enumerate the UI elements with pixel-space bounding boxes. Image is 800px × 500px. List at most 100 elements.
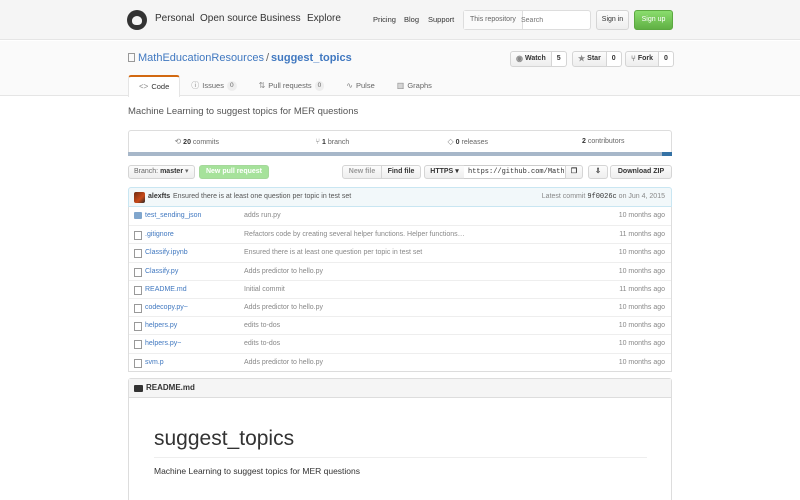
file-icon — [134, 285, 142, 295]
star-label: Star — [587, 55, 601, 62]
new-file-button[interactable]: New file — [342, 165, 382, 179]
language-bar[interactable] — [128, 152, 672, 156]
file-name[interactable]: svm.p — [145, 354, 164, 371]
file-name[interactable]: helpers.py~ — [145, 335, 181, 352]
file-list: test_sending_json adds run.py 10 months ag… — [128, 207, 672, 372]
clone-protocol-label: HTTPS — [430, 168, 454, 175]
releases-label: releases — [461, 139, 488, 146]
github-logo-icon[interactable] — [127, 10, 147, 30]
find-file-button[interactable]: Find file — [381, 165, 421, 179]
branches-label: branch — [327, 139, 350, 146]
file-name[interactable]: Classify.ipynb — [145, 244, 188, 261]
file-age: 10 months ago — [618, 249, 665, 257]
tab-graphs[interactable]: ▥ Graphs — [386, 75, 443, 96]
sign-in-button[interactable]: Sign in — [596, 10, 629, 30]
branch-select-button[interactable]: Branch: master ▾ — [128, 165, 195, 179]
file-name[interactable]: helpers.py — [145, 317, 177, 334]
nav-blog[interactable]: Blog — [404, 15, 419, 24]
fork-button[interactable]: ⑂ Fork — [625, 51, 659, 67]
language-bar-segment-secondary — [662, 152, 672, 156]
copy-clone-url-button[interactable]: ❐ — [565, 165, 583, 179]
file-commit-message[interactable]: edits to-dos — [244, 335, 280, 352]
contributors-label: contributors — [587, 138, 625, 145]
issues-count: 0 — [226, 81, 237, 91]
star-button[interactable]: ★ Star — [572, 51, 607, 67]
file-name[interactable]: Classify.py — [145, 263, 178, 280]
table-row: README.md Initial commit 11 months ago — [129, 279, 671, 298]
file-commit-message[interactable]: Adds predictor to hello.py — [244, 263, 323, 280]
pull-request-icon: ⇅ — [258, 81, 266, 90]
repo-description: Machine Learning to suggest topics for M… — [128, 106, 359, 117]
readme-header: README.md — [129, 379, 671, 398]
avatar[interactable] — [134, 192, 145, 203]
pull-requests-count: 0 — [314, 81, 325, 91]
clipboard-icon: ❐ — [570, 168, 578, 175]
table-row: svm.p Adds predictor to hello.py 10 months… — [129, 352, 671, 371]
star-group: ★ Star 0 — [572, 51, 622, 67]
nav-open-source[interactable]: Open source — [200, 13, 257, 24]
file-commit-message[interactable]: Ensured there is at least one question p… — [244, 244, 422, 261]
star-icon: ★ — [578, 54, 586, 63]
readme-panel: README.md suggest_topics Machine Learnin… — [128, 378, 672, 500]
file-name[interactable]: .gitignore — [145, 226, 174, 243]
file-icon — [134, 231, 142, 241]
file-commit-message[interactable]: Initial commit — [244, 281, 285, 298]
open-desktop-button[interactable]: ⇩ — [588, 165, 608, 179]
graph-icon: ▥ — [396, 81, 405, 90]
file-age: 10 months ago — [618, 212, 665, 219]
tab-graphs-label: Graphs — [407, 81, 432, 90]
releases-count: 0 — [455, 139, 460, 146]
file-commit-message[interactable]: Adds predictor to hello.py — [244, 299, 323, 316]
readme-filename: README.md — [146, 383, 195, 392]
nav-personal[interactable]: Personal — [155, 13, 194, 24]
commits-count: 20 — [183, 139, 191, 146]
nav-business[interactable]: Business — [260, 13, 301, 24]
star-count[interactable]: 0 — [606, 51, 622, 67]
nav-pricing[interactable]: Pricing — [373, 15, 396, 24]
eye-icon: ◉ — [516, 54, 523, 63]
fork-count[interactable]: 0 — [658, 51, 674, 67]
file-icon — [134, 303, 142, 313]
fork-label: Fork — [637, 55, 653, 62]
clone-url-input[interactable]: https://github.com/Math — [464, 165, 566, 179]
clone-protocol-button[interactable]: HTTPS ▾ — [424, 165, 465, 179]
tab-pulse[interactable]: ∿ Pulse — [335, 75, 385, 96]
commit-sha[interactable]: 9f0026c — [587, 193, 616, 201]
issue-icon: ⓘ — [191, 81, 200, 90]
file-icon — [134, 322, 142, 332]
new-pull-request-button[interactable]: New pull request — [199, 165, 269, 179]
file-age: 10 months ago — [618, 303, 665, 311]
readme-title: suggest_topics — [154, 427, 647, 458]
watch-button[interactable]: ◉ Watch — [510, 51, 552, 67]
file-commit-message[interactable]: Refactors code by creating several helpe… — [244, 226, 465, 243]
commit-message[interactable]: Ensured there is at least one question p… — [173, 188, 351, 206]
repo-owner-link[interactable]: MathEducationResources — [138, 52, 264, 64]
repo-name-link[interactable]: suggest_topics — [271, 52, 352, 64]
tab-code-label: Code — [151, 82, 170, 91]
download-zip-button[interactable]: Download ZIP — [610, 165, 672, 179]
tab-issues[interactable]: ⓘ Issues 0 — [180, 75, 247, 96]
tab-pull-requests[interactable]: ⇅ Pull requests 0 — [248, 75, 336, 96]
file-commit-message[interactable]: adds run.py — [244, 207, 281, 224]
nav-explore[interactable]: Explore — [307, 13, 341, 24]
search-input[interactable] — [521, 12, 589, 28]
commits-label: commits — [192, 139, 219, 146]
file-age: 10 months ago — [618, 358, 665, 366]
commit-author[interactable]: alexfts — [148, 188, 170, 206]
latest-commit-bar: alexfts Ensured there is at least one qu… — [128, 187, 672, 207]
file-name[interactable]: codecopy.py~ — [145, 299, 188, 316]
watch-count[interactable]: 5 — [551, 51, 567, 67]
latest-commit-prefix: Latest commit — [541, 193, 586, 200]
desktop-download-icon: ⇩ — [595, 168, 601, 175]
file-age: 10 months ago — [618, 340, 665, 348]
sign-up-button[interactable]: Sign up — [634, 10, 673, 30]
file-name[interactable]: test_sending_json — [145, 207, 201, 224]
tab-code[interactable]: <> Code — [128, 75, 181, 97]
fork-icon: ⑂ — [631, 54, 636, 63]
repo-tabs: <> Code ⓘ Issues 0 ⇅ Pull requests 0 ∿ Pulse ▥… — [128, 75, 443, 97]
file-commit-message[interactable]: Adds predictor to hello.py — [244, 354, 323, 371]
file-commit-message[interactable]: edits to-dos — [244, 317, 280, 334]
search-box: This repository — [463, 10, 591, 30]
nav-support[interactable]: Support — [428, 15, 454, 24]
file-name[interactable]: README.md — [145, 281, 187, 298]
